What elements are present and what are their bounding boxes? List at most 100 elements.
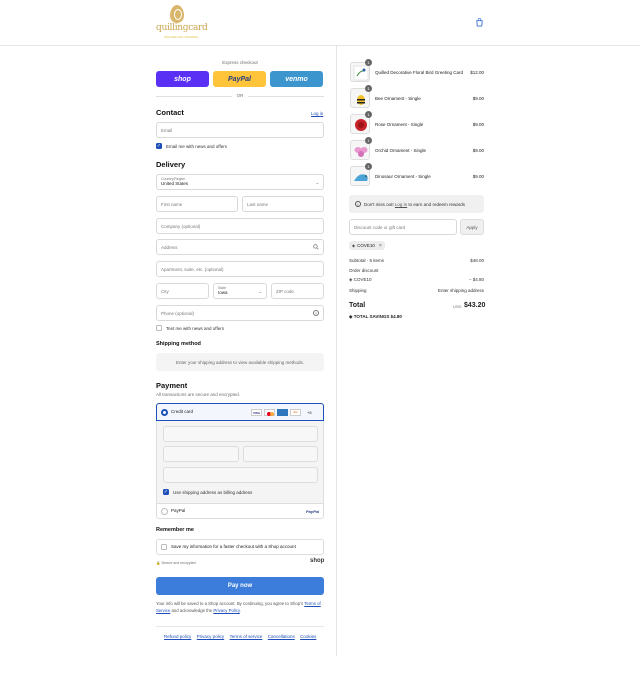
shipping-label: Shipping — [349, 288, 367, 293]
shipping-placeholder: Enter your shipping address to view avai… — [156, 353, 324, 371]
first-name-field[interactable]: First name — [156, 196, 238, 212]
product-thumbnail: 1 — [350, 163, 372, 186]
email-field[interactable]: Email — [156, 122, 324, 138]
savings-tag-icon: ◈ — [349, 314, 353, 319]
shop-pay-button[interactable]: shop — [156, 71, 209, 87]
chevron-down-icon: ⌄ — [315, 180, 319, 185]
discount-code-field[interactable]: Discount code or gift card — [349, 219, 457, 235]
discount-tag: ◈ COVE10 × — [349, 241, 385, 250]
card-expiry-field[interactable] — [163, 446, 239, 462]
news-checkbox[interactable]: ✓ — [156, 143, 162, 149]
login-link[interactable]: Log in — [311, 111, 323, 116]
item-name: Rose Ornament - Single — [375, 122, 424, 127]
apartment-field[interactable]: Apartment, suite, etc. (optional) — [156, 261, 324, 277]
rewards-pre: Don't miss out! — [364, 201, 394, 207]
product-thumbnail: 1 — [350, 137, 372, 160]
shopping-bag-icon[interactable] — [475, 18, 484, 27]
shipping-value: Enter shipping address — [437, 288, 484, 293]
country-select[interactable]: Country/Region United States ⌄ — [156, 174, 324, 190]
help-icon[interactable]: ? — [313, 310, 319, 316]
quantity-badge: 1 — [365, 137, 372, 144]
payment-subtitle: All transactions are secure and encrypte… — [156, 392, 241, 397]
credit-card-radio[interactable] — [161, 409, 168, 416]
visa-icon: VISA — [251, 409, 262, 416]
subtotal-value: $48.00 — [470, 258, 484, 263]
rewards-banner: i Don't miss out! Log in to earn and red… — [349, 195, 484, 213]
quantity-badge: 1 — [365, 111, 372, 118]
order-summary-panel — [337, 46, 640, 656]
privacy-policy-link[interactable]: Privacy policy — [197, 634, 225, 639]
card-details-panel: ✓ Use shipping address as billing addres… — [156, 421, 324, 503]
legal-and: and acknowledge the — [171, 608, 213, 613]
billing-checkbox[interactable]: ✓ — [163, 489, 169, 495]
venmo-button[interactable]: venmo — [270, 71, 323, 87]
cookies-link[interactable]: Cookies — [300, 634, 316, 639]
total-label: Total — [349, 302, 366, 309]
express-checkout-label: Express checkout — [222, 60, 258, 65]
company-field[interactable]: Company (optional) — [156, 218, 324, 234]
pay-now-button[interactable]: Pay now — [156, 577, 324, 595]
paypal-button[interactable]: PayPal — [213, 71, 266, 87]
delivery-title: Delivery — [156, 160, 186, 169]
footer-links: Refund policy Privacy policy Terms of se… — [164, 634, 320, 640]
brand-logo[interactable]: quillingcard DESIGNED AND HANDMADE — [156, 5, 208, 41]
paypal-radio[interactable] — [161, 508, 168, 515]
search-icon — [313, 244, 319, 251]
quantity-badge: 1 — [365, 85, 372, 92]
column-divider — [336, 46, 337, 656]
remember-checkbox[interactable] — [161, 544, 167, 550]
phone-placeholder: Phone (optional) — [161, 310, 195, 316]
savings-value: $4.80 — [390, 314, 402, 319]
logo-drop-icon — [170, 5, 184, 23]
order-discount-label: Order discount — [349, 268, 379, 273]
country-value: United States — [161, 181, 189, 186]
text-offers-checkbox[interactable] — [156, 325, 162, 331]
product-thumbnail: 1 — [350, 85, 372, 108]
or-label: OR — [232, 93, 248, 98]
item-price: $9.00 — [472, 96, 484, 101]
last-name-field[interactable]: Last name — [242, 196, 324, 212]
item-price: $9.00 — [472, 148, 484, 153]
discount-code-row: ◈ COVE10 — [349, 277, 372, 282]
total-savings: ◈ TOTAL SAVINGS $4.80 — [349, 314, 402, 320]
quantity-badge: 1 — [365, 163, 372, 170]
more-cards-badge: +5 — [307, 410, 312, 415]
refund-policy-link[interactable]: Refund policy — [164, 634, 191, 639]
mastercard-icon — [264, 409, 275, 416]
product-thumbnail: 1 — [350, 59, 372, 82]
currency-label: USD — [453, 304, 462, 309]
rewards-login-link[interactable]: Log in — [395, 202, 407, 207]
secure-label: 🔒 Secure and encrypted — [156, 561, 196, 565]
shop-logo: shop — [310, 558, 325, 564]
card-name-field[interactable] — [163, 467, 318, 483]
phone-field[interactable]: Phone (optional) ? — [156, 305, 324, 321]
remove-discount-icon[interactable]: × — [379, 243, 382, 249]
remember-me-option[interactable]: Save my information for a faster checkou… — [156, 539, 324, 555]
amex-icon — [277, 409, 288, 416]
item-name: Dinosaur Ornament - Single — [375, 174, 431, 179]
apply-button[interactable]: Apply — [460, 219, 484, 235]
contact-title: Contact — [156, 108, 184, 117]
address-field[interactable]: Address — [156, 239, 324, 255]
credit-card-option[interactable]: Credit card VISA disc +5 — [156, 403, 324, 421]
address-placeholder: Address — [161, 244, 178, 250]
footer-divider — [156, 626, 324, 627]
item-name: Quilled Decorative Floral Bird Greeting … — [375, 70, 464, 75]
terms-of-service-link[interactable]: Terms of service — [230, 634, 263, 639]
city-field[interactable]: City — [156, 283, 209, 299]
state-select[interactable]: State Iowa ⌄ — [213, 283, 267, 299]
zip-field[interactable]: ZIP code — [271, 283, 324, 299]
card-cvv-field[interactable] — [243, 446, 318, 462]
total-value: $43.20 — [464, 302, 486, 309]
privacy-link[interactable]: Privacy Policy — [213, 608, 239, 613]
cancellations-link[interactable]: Cancellations — [268, 634, 295, 639]
paypal-label: PayPal — [171, 508, 186, 513]
quantity-badge: 1 — [365, 59, 372, 66]
paypal-option[interactable]: PayPal PayPal — [156, 503, 324, 519]
legal-text: Your info will be saved to a Shop accoun… — [156, 600, 324, 614]
item-name: Orchid Ornament - Single — [375, 148, 427, 153]
savings-label: TOTAL SAVINGS — [353, 314, 390, 319]
card-number-field[interactable] — [163, 426, 318, 442]
item-price: $9.00 — [472, 174, 484, 179]
shipping-method-title: Shipping method — [156, 341, 201, 347]
